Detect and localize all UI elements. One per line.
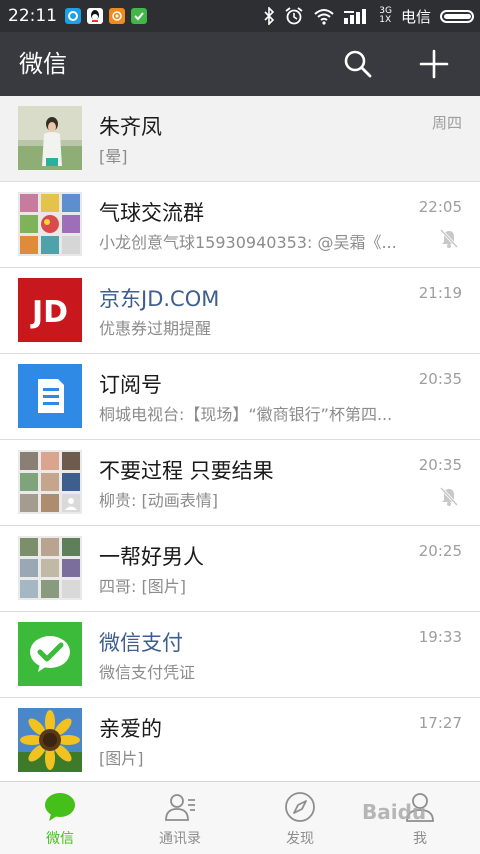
carrier-name: 电信 bbox=[400, 7, 431, 26]
signal-icon bbox=[344, 9, 367, 24]
chat-row[interactable]: 气球交流群 小龙创意气球15930940353: @吴霜《... 22:05 bbox=[0, 182, 480, 268]
chat-preview: 桐城电视台:【现场】“徽商银行”杯第四... bbox=[99, 405, 393, 424]
chat-time: 21:19 bbox=[418, 284, 462, 302]
app-bar: 微信 bbox=[0, 32, 480, 96]
chat-time: 周四 bbox=[431, 114, 462, 132]
chat-name: 气球交流群 bbox=[99, 201, 204, 225]
status-bar: 22:11 3G 1X 电信 bbox=[0, 0, 480, 32]
search-icon[interactable] bbox=[342, 48, 374, 80]
chat-preview: 优惠券过期提醒 bbox=[99, 319, 212, 338]
app-title: 微信 bbox=[19, 50, 67, 78]
chat-name: 订阅号 bbox=[99, 373, 162, 397]
chat-bubble-icon bbox=[45, 793, 75, 821]
chat-time: 20:25 bbox=[418, 542, 462, 560]
tab-chats[interactable]: 微信 bbox=[0, 782, 120, 854]
tab-label: 通讯录 bbox=[159, 831, 201, 847]
network-type: 3G 1X bbox=[379, 7, 392, 25]
mute-icon bbox=[439, 486, 459, 507]
tab-label: 我 bbox=[413, 831, 427, 847]
avatar bbox=[18, 106, 82, 170]
group-avatar bbox=[18, 192, 82, 256]
chat-preview: 小龙创意气球15930940353: @吴霜《... bbox=[99, 233, 397, 252]
chat-name: 朱齐凤 bbox=[99, 115, 162, 139]
chat-name: 微信支付 bbox=[99, 631, 183, 655]
plus-icon[interactable] bbox=[418, 48, 450, 80]
tab-label: 发现 bbox=[286, 831, 314, 847]
chat-time: 19:33 bbox=[418, 628, 462, 646]
tab-discover[interactable]: 发现 bbox=[240, 782, 360, 854]
alarm-icon bbox=[285, 7, 303, 25]
tab-label: 微信 bbox=[46, 831, 74, 847]
chat-name: 京东JD.COM bbox=[99, 287, 220, 311]
browser-notification-icon bbox=[65, 8, 81, 24]
chat-preview: 柳贵: [动画表情] bbox=[99, 491, 218, 510]
chat-time: 17:27 bbox=[418, 714, 462, 732]
chat-row[interactable]: 一帮好男人 四哥: [图片] 20:25 bbox=[0, 526, 480, 612]
qq-notification-icon bbox=[87, 8, 103, 24]
tab-contacts[interactable]: 通讯录 bbox=[120, 782, 240, 854]
avatar bbox=[18, 708, 82, 772]
chat-preview: 微信支付凭证 bbox=[99, 663, 196, 682]
battery-icon bbox=[440, 9, 474, 23]
chat-row[interactable]: 不要过程 只要结果 柳贵: [动画表情] 20:35 bbox=[0, 440, 480, 526]
chat-row[interactable]: 订阅号 桐城电视台:【现场】“徽商银行”杯第四... 20:35 bbox=[0, 354, 480, 440]
mute-icon bbox=[439, 228, 459, 249]
compass-icon bbox=[285, 792, 315, 822]
chat-name: 不要过程 只要结果 bbox=[99, 459, 274, 483]
baidu-watermark: Baidu bbox=[362, 800, 427, 824]
chat-name: 一帮好男人 bbox=[99, 545, 204, 569]
chat-name: 亲爱的 bbox=[99, 717, 162, 741]
status-right: 3G 1X 电信 bbox=[263, 0, 474, 32]
chat-time: 20:35 bbox=[418, 456, 462, 474]
chat-preview: 四哥: [图片] bbox=[99, 577, 186, 596]
notification-icons bbox=[65, 8, 147, 24]
group-avatar bbox=[18, 450, 82, 514]
contacts-icon bbox=[165, 794, 195, 821]
chat-preview: [图片] bbox=[99, 749, 144, 768]
chat-time: 22:05 bbox=[418, 198, 462, 216]
chat-row[interactable]: 朱齐凤 [晕] 周四 bbox=[0, 96, 480, 182]
chat-preview: [晕] bbox=[99, 147, 128, 166]
app-notification-icon bbox=[131, 8, 147, 24]
chat-time: 20:35 bbox=[418, 370, 462, 388]
subscription-avatar bbox=[18, 364, 82, 428]
wechat-pay-avatar bbox=[18, 622, 82, 686]
status-time: 22:11 bbox=[8, 6, 57, 26]
taobao-notification-icon bbox=[109, 8, 125, 24]
jd-logo-text: JD bbox=[30, 295, 68, 330]
network-type-sub: 1X bbox=[379, 15, 392, 25]
chat-row[interactable]: 亲爱的 [图片] 17:27 bbox=[0, 698, 480, 784]
chat-row[interactable]: JD 京东JD.COM 优惠券过期提醒 21:19 bbox=[0, 268, 480, 354]
jd-avatar: JD bbox=[18, 278, 82, 342]
group-avatar bbox=[18, 536, 82, 600]
bluetooth-icon bbox=[264, 7, 275, 25]
chat-row[interactable]: 微信支付 微信支付凭证 19:33 bbox=[0, 612, 480, 698]
wifi-icon bbox=[314, 9, 334, 25]
chat-list: 朱齐凤 [晕] 周四 气球交流群 小龙创意气球15930940353: @吴霜《… bbox=[0, 96, 480, 784]
